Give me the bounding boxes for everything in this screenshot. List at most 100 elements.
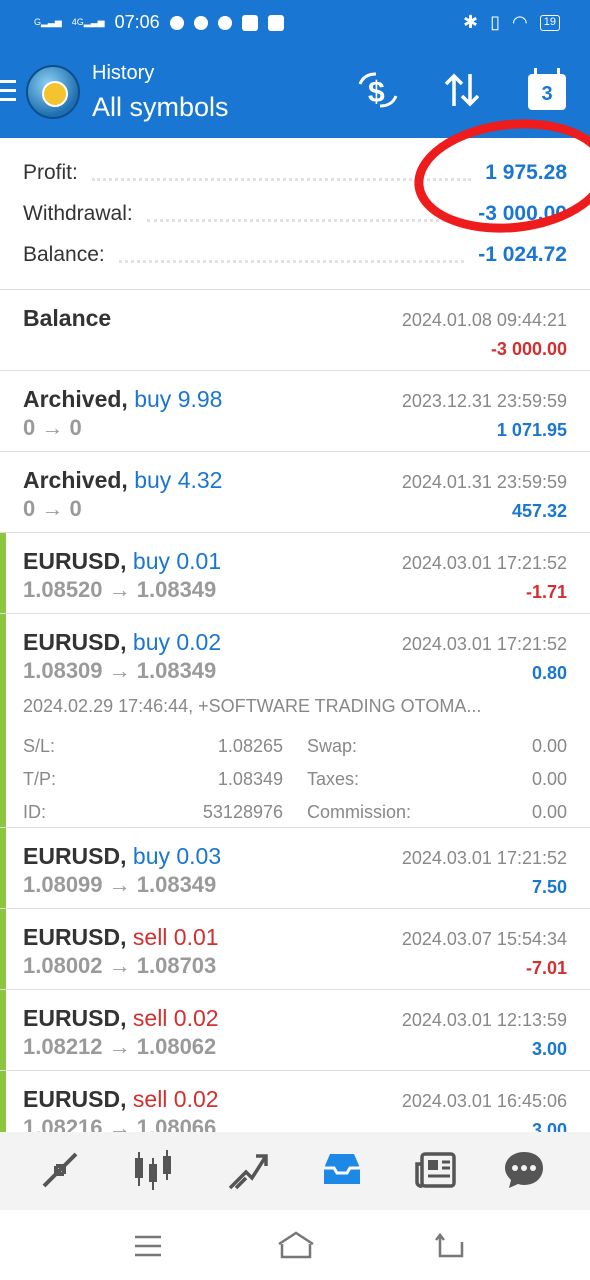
item-amount: 457.32: [511, 501, 567, 521]
item-comment: 2024.02.29 17:46:44, +SOFTWARE TRADING O…: [23, 696, 482, 716]
item-action: buy 9.98: [134, 386, 223, 412]
taxes-label: Taxes:: [307, 769, 360, 789]
list-item[interactable]: Archived, buy 9.98 0 → 0 2023.12.31 23:5…: [0, 371, 590, 452]
trade-icon[interactable]: [226, 1148, 270, 1192]
item-prices: 1.08520 → 1.08349: [23, 577, 217, 602]
vibrate-icon: ▯: [490, 12, 501, 32]
profit-label: Profit:: [23, 161, 78, 184]
status-bar: G▂▃▅ 4G▂▃▅ 07:06 ✱ ▯ ◠ 19: [0, 0, 590, 46]
item-action: buy 0.01: [132, 548, 222, 574]
chart-icon[interactable]: [131, 1148, 175, 1192]
item-date: 2024.01.08 09:44:21: [401, 310, 567, 330]
item-amount: 7.50: [531, 877, 567, 897]
bottom-navigation: [0, 1132, 590, 1210]
quotes-icon[interactable]: [38, 1148, 82, 1192]
item-title: Archived, buy 4.32: [23, 467, 223, 493]
system-navigation: [0, 1210, 590, 1280]
commission-value: 0.00: [531, 802, 567, 822]
telegram-icon-2: [193, 15, 208, 30]
item-date: 2024.03.01 12:13:59: [401, 1010, 567, 1030]
list-item-expanded[interactable]: EURUSD, buy 0.02 1.08309 → 1.08349 2024.…: [0, 614, 590, 828]
item-action: buy 0.02: [132, 629, 222, 655]
item-prices: 0 → 0: [23, 496, 82, 521]
item-action: sell 0.02: [132, 1086, 219, 1112]
list-item[interactable]: EURUSD, buy 0.03 1.08099 → 1.08349 2024.…: [0, 828, 590, 909]
recents-icon[interactable]: [133, 1234, 163, 1263]
symbol-filter[interactable]: All symbols: [92, 92, 229, 123]
item-title: Archived, buy 9.98: [23, 386, 223, 412]
item-date: 2024.03.01 17:21:52: [401, 848, 567, 868]
currency-exchange-icon[interactable]: $: [356, 70, 400, 119]
dot-leader: [146, 218, 465, 222]
item-title: EURUSD, sell 0.02: [23, 1005, 219, 1031]
id-label: ID:: [23, 802, 47, 822]
item-date: 2023.12.31 23:59:59: [401, 391, 567, 411]
news-icon[interactable]: [414, 1148, 458, 1192]
list-item[interactable]: EURUSD, sell 0.02 1.08212 → 1.08062 2024…: [0, 990, 590, 1071]
app-logo-icon: [26, 65, 80, 119]
withdrawal-label: Withdrawal:: [23, 202, 133, 225]
sl-label: S/L:: [23, 736, 56, 756]
youtube-icon: [267, 14, 284, 31]
item-amount: 3.00: [531, 1120, 567, 1132]
telegram-icon: [169, 15, 184, 30]
balance-row: Balance: -1 024.72: [23, 240, 567, 270]
messenger-icon: [217, 15, 232, 30]
list-item[interactable]: EURUSD, sell 0.01 1.08002 → 1.08703 2024…: [0, 909, 590, 990]
item-amount: 1 071.95: [496, 420, 567, 440]
item-title: Balance: [23, 305, 112, 331]
facebook-icon: [241, 14, 258, 31]
history-icon[interactable]: [320, 1148, 364, 1192]
item-date: 2024.03.01 17:21:52: [401, 553, 567, 573]
page-title: History: [92, 62, 155, 84]
item-date: 2024.01.31 23:59:59: [401, 472, 567, 492]
sort-icon[interactable]: [442, 70, 482, 119]
item-date: 2024.03.01 16:45:06: [401, 1091, 567, 1111]
battery-icon: 19: [539, 14, 560, 31]
item-amount: -1.71: [525, 582, 567, 602]
wifi-icon: ◠: [512, 12, 528, 32]
item-prices: 1.08212 → 1.08062: [23, 1034, 217, 1059]
item-amount: 3.00: [531, 1039, 567, 1059]
swap-label: Swap:: [307, 736, 358, 756]
list-item[interactable]: EURUSD, sell 0.02 1.08216 → 1.08066 2024…: [0, 1071, 590, 1132]
bluetooth-icon: ✱: [463, 12, 479, 32]
id-value: 53128976: [202, 802, 283, 822]
item-action: sell 0.01: [132, 924, 219, 950]
tp-label: T/P:: [23, 769, 57, 789]
svg-text:$: $: [368, 76, 385, 109]
deal-details: S/L: 1.08265 Swap: 0.00 T/P: 1.08349 Taxes: 0.…: [23, 730, 567, 829]
item-title: EURUSD, buy 0.03: [23, 843, 222, 869]
item-amount: -3 000.00: [490, 339, 567, 359]
swap-value: 0.00: [531, 736, 567, 756]
history-list[interactable]: Balance 2024.01.08 09:44:21 -3 000.00 Ar…: [0, 290, 590, 1132]
item-title: EURUSD, buy 0.01: [23, 548, 222, 574]
item-prices: 0 → 0: [23, 415, 82, 440]
item-action: buy 0.03: [132, 843, 222, 869]
messages-icon[interactable]: [502, 1148, 546, 1192]
list-item[interactable]: EURUSD, buy 0.01 1.08520 → 1.08349 2024.…: [0, 533, 590, 614]
calendar-icon[interactable]: 3: [528, 68, 566, 110]
item-amount: 0.80: [531, 663, 567, 683]
status-time: 07:06: [114, 12, 160, 32]
commission-label: Commission:: [307, 802, 412, 822]
list-item[interactable]: Archived, buy 4.32 0 → 0 2024.01.31 23:5…: [0, 452, 590, 533]
item-date: 2024.03.07 15:54:34: [401, 929, 567, 949]
item-prices: 1.08099 → 1.08349: [23, 872, 217, 897]
back-icon[interactable]: [434, 1232, 466, 1265]
item-amount: -7.01: [525, 958, 567, 978]
tp-value: 1.08349: [217, 769, 283, 789]
signal-icon-2: 4G▂▃▅: [71, 17, 105, 27]
dot-leader: [118, 259, 465, 263]
menu-icon[interactable]: [0, 80, 16, 107]
item-date: 2024.03.01 17:21:52: [401, 634, 567, 654]
sl-value: 1.08265: [217, 736, 283, 756]
home-icon[interactable]: [276, 1230, 316, 1265]
taxes-value: 0.00: [531, 769, 567, 789]
list-item-balance[interactable]: Balance 2024.01.08 09:44:21 -3 000.00: [0, 290, 590, 371]
item-action: buy 4.32: [134, 467, 223, 493]
balance-label: Balance:: [23, 243, 105, 266]
item-prices: 1.08002 → 1.08703: [23, 953, 217, 978]
item-title: EURUSD, buy 0.02: [23, 629, 222, 655]
item-title: EURUSD, sell 0.01: [23, 924, 219, 950]
